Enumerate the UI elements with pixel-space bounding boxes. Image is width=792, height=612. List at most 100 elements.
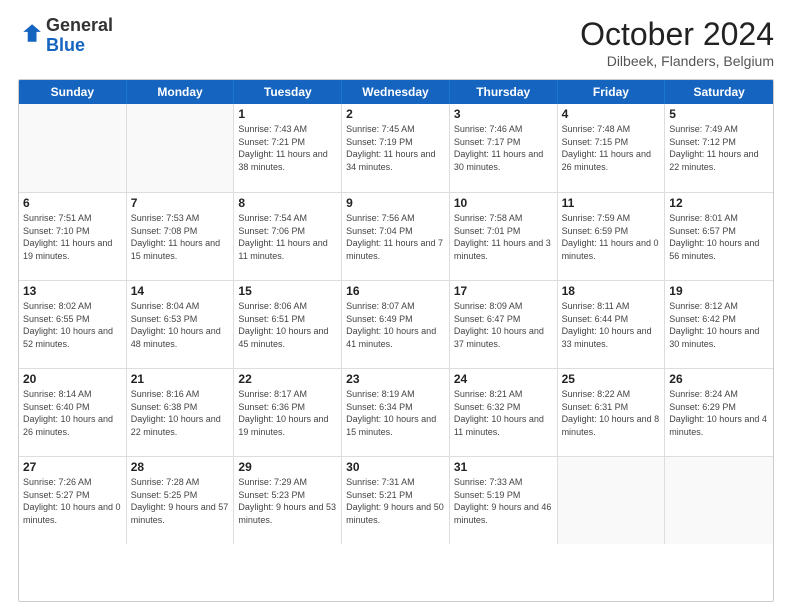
day-info: Sunrise: 7:43 AMSunset: 7:21 PMDaylight:…	[238, 123, 337, 173]
calendar-cell: 21Sunrise: 8:16 AMSunset: 6:38 PMDayligh…	[127, 369, 235, 456]
day-info: Sunrise: 7:26 AMSunset: 5:27 PMDaylight:…	[23, 476, 122, 526]
day-number: 27	[23, 460, 122, 474]
day-info: Sunrise: 7:31 AMSunset: 5:21 PMDaylight:…	[346, 476, 445, 526]
day-number: 7	[131, 196, 230, 210]
day-info: Sunrise: 7:28 AMSunset: 5:25 PMDaylight:…	[131, 476, 230, 526]
day-number: 12	[669, 196, 769, 210]
day-number: 10	[454, 196, 553, 210]
day-info: Sunrise: 8:09 AMSunset: 6:47 PMDaylight:…	[454, 300, 553, 350]
calendar-cell: 22 Sunrise: 8:17 AMSunset: 6:36 PMDayligh…	[234, 369, 342, 456]
day-number: 30	[346, 460, 445, 474]
day-number: 24	[454, 372, 553, 386]
calendar-cell: 3 Sunrise: 7:46 AMSunset: 7:17 PMDaylight…	[450, 104, 558, 192]
calendar-cell: 12 Sunrise: 8:01 AMSunset: 6:57 PMDayligh…	[665, 193, 773, 280]
header-day-monday: Monday	[127, 80, 235, 104]
calendar-cell: 23 Sunrise: 8:19 AMSunset: 6:34 PMDayligh…	[342, 369, 450, 456]
day-number: 29	[238, 460, 337, 474]
day-number: 17	[454, 284, 553, 298]
calendar-cell: 27 Sunrise: 7:26 AMSunset: 5:27 PMDayligh…	[19, 457, 127, 544]
day-number: 2	[346, 107, 445, 121]
calendar-cell: 5Sunrise: 7:49 AMSunset: 7:12 PMDaylight…	[665, 104, 773, 192]
calendar-body: 1 Sunrise: 7:43 AMSunset: 7:21 PMDaylight…	[19, 104, 773, 544]
day-info: Sunrise: 7:33 AMSunset: 5:19 PMDaylight:…	[454, 476, 553, 526]
calendar-cell: 8 Sunrise: 7:54 AMSunset: 7:06 PMDaylight…	[234, 193, 342, 280]
calendar-cell: 13 Sunrise: 8:02 AMSunset: 6:55 PMDayligh…	[19, 281, 127, 368]
title-block: October 2024 Dilbeek, Flanders, Belgium	[580, 16, 774, 69]
calendar-cell	[558, 457, 666, 544]
day-number: 1	[238, 107, 337, 121]
day-info: Sunrise: 8:17 AMSunset: 6:36 PMDaylight:…	[238, 388, 337, 438]
logo-general: General	[46, 15, 113, 35]
day-number: 3	[454, 107, 553, 121]
day-info: Sunrise: 7:54 AMSunset: 7:06 PMDaylight:…	[238, 212, 337, 262]
day-number: 5	[669, 107, 769, 121]
page: General Blue October 2024 Dilbeek, Fland…	[0, 0, 792, 612]
logo-blue: Blue	[46, 35, 85, 55]
calendar-cell: 30 Sunrise: 7:31 AMSunset: 5:21 PMDayligh…	[342, 457, 450, 544]
day-info: Sunrise: 7:53 AMSunset: 7:08 PMDaylight:…	[131, 212, 230, 262]
header: General Blue October 2024 Dilbeek, Fland…	[18, 16, 774, 69]
header-day-sunday: Sunday	[19, 80, 127, 104]
day-info: Sunrise: 8:01 AMSunset: 6:57 PMDaylight:…	[669, 212, 769, 262]
header-day-saturday: Saturday	[665, 80, 773, 104]
calendar-cell	[19, 104, 127, 192]
day-info: Sunrise: 8:07 AMSunset: 6:49 PMDaylight:…	[346, 300, 445, 350]
day-number: 14	[131, 284, 230, 298]
calendar-cell: 25 Sunrise: 8:22 AMSunset: 6:31 PMDayligh…	[558, 369, 666, 456]
day-info: Sunrise: 8:19 AMSunset: 6:34 PMDaylight:…	[346, 388, 445, 438]
calendar-cell: 24 Sunrise: 8:21 AMSunset: 6:32 PMDayligh…	[450, 369, 558, 456]
calendar-cell: 1 Sunrise: 7:43 AMSunset: 7:21 PMDaylight…	[234, 104, 342, 192]
calendar-cell: 14 Sunrise: 8:04 AMSunset: 6:53 PMDayligh…	[127, 281, 235, 368]
day-number: 4	[562, 107, 661, 121]
day-info: Sunrise: 7:29 AMSunset: 5:23 PMDaylight:…	[238, 476, 337, 526]
calendar-cell: 9Sunrise: 7:56 AMSunset: 7:04 PMDaylight…	[342, 193, 450, 280]
day-number: 20	[23, 372, 122, 386]
calendar-cell: 19 Sunrise: 8:12 AMSunset: 6:42 PMDayligh…	[665, 281, 773, 368]
calendar-cell: 28Sunrise: 7:28 AMSunset: 5:25 PMDayligh…	[127, 457, 235, 544]
day-info: Sunrise: 8:04 AMSunset: 6:53 PMDaylight:…	[131, 300, 230, 350]
day-number: 23	[346, 372, 445, 386]
day-info: Sunrise: 7:51 AMSunset: 7:10 PMDaylight:…	[23, 212, 122, 262]
calendar-cell: 18Sunrise: 8:11 AMSunset: 6:44 PMDayligh…	[558, 281, 666, 368]
day-info: Sunrise: 8:22 AMSunset: 6:31 PMDaylight:…	[562, 388, 661, 438]
calendar-cell: 26 Sunrise: 8:24 AMSunset: 6:29 PMDayligh…	[665, 369, 773, 456]
month-title: October 2024	[580, 16, 774, 53]
day-number: 8	[238, 196, 337, 210]
day-info: Sunrise: 7:56 AMSunset: 7:04 PMDaylight:…	[346, 212, 445, 262]
logo-text: General Blue	[46, 16, 113, 56]
day-number: 16	[346, 284, 445, 298]
header-day-wednesday: Wednesday	[342, 80, 450, 104]
calendar-cell	[665, 457, 773, 544]
day-info: Sunrise: 8:06 AMSunset: 6:51 PMDaylight:…	[238, 300, 337, 350]
header-day-thursday: Thursday	[450, 80, 558, 104]
day-info: Sunrise: 8:16 AMSunset: 6:38 PMDaylight:…	[131, 388, 230, 438]
calendar-cell: 11Sunrise: 7:59 AMSunset: 6:59 PMDayligh…	[558, 193, 666, 280]
calendar-week-5: 27 Sunrise: 7:26 AMSunset: 5:27 PMDayligh…	[19, 456, 773, 544]
day-info: Sunrise: 8:02 AMSunset: 6:55 PMDaylight:…	[23, 300, 122, 350]
calendar-cell: 31Sunrise: 7:33 AMSunset: 5:19 PMDayligh…	[450, 457, 558, 544]
day-number: 15	[238, 284, 337, 298]
day-info: Sunrise: 8:21 AMSunset: 6:32 PMDaylight:…	[454, 388, 553, 438]
calendar-cell: 2Sunrise: 7:45 AMSunset: 7:19 PMDaylight…	[342, 104, 450, 192]
calendar-cell: 10Sunrise: 7:58 AMSunset: 7:01 PMDayligh…	[450, 193, 558, 280]
logo: General Blue	[18, 16, 113, 56]
calendar-cell: 7 Sunrise: 7:53 AMSunset: 7:08 PMDaylight…	[127, 193, 235, 280]
calendar-cell	[127, 104, 235, 192]
day-info: Sunrise: 7:46 AMSunset: 7:17 PMDaylight:…	[454, 123, 553, 173]
day-info: Sunrise: 8:12 AMSunset: 6:42 PMDaylight:…	[669, 300, 769, 350]
calendar-cell: 15 Sunrise: 8:06 AMSunset: 6:51 PMDayligh…	[234, 281, 342, 368]
day-number: 25	[562, 372, 661, 386]
calendar-cell: 20Sunrise: 8:14 AMSunset: 6:40 PMDayligh…	[19, 369, 127, 456]
day-info: Sunrise: 8:11 AMSunset: 6:44 PMDaylight:…	[562, 300, 661, 350]
day-info: Sunrise: 8:24 AMSunset: 6:29 PMDaylight:…	[669, 388, 769, 438]
calendar-cell: 6 Sunrise: 7:51 AMSunset: 7:10 PMDaylight…	[19, 193, 127, 280]
calendar-cell: 29 Sunrise: 7:29 AMSunset: 5:23 PMDayligh…	[234, 457, 342, 544]
day-number: 6	[23, 196, 122, 210]
calendar-week-4: 20Sunrise: 8:14 AMSunset: 6:40 PMDayligh…	[19, 368, 773, 456]
calendar: SundayMondayTuesdayWednesdayThursdayFrid…	[18, 79, 774, 602]
day-number: 19	[669, 284, 769, 298]
day-number: 22	[238, 372, 337, 386]
day-number: 13	[23, 284, 122, 298]
calendar-header: SundayMondayTuesdayWednesdayThursdayFrid…	[19, 80, 773, 104]
day-number: 26	[669, 372, 769, 386]
